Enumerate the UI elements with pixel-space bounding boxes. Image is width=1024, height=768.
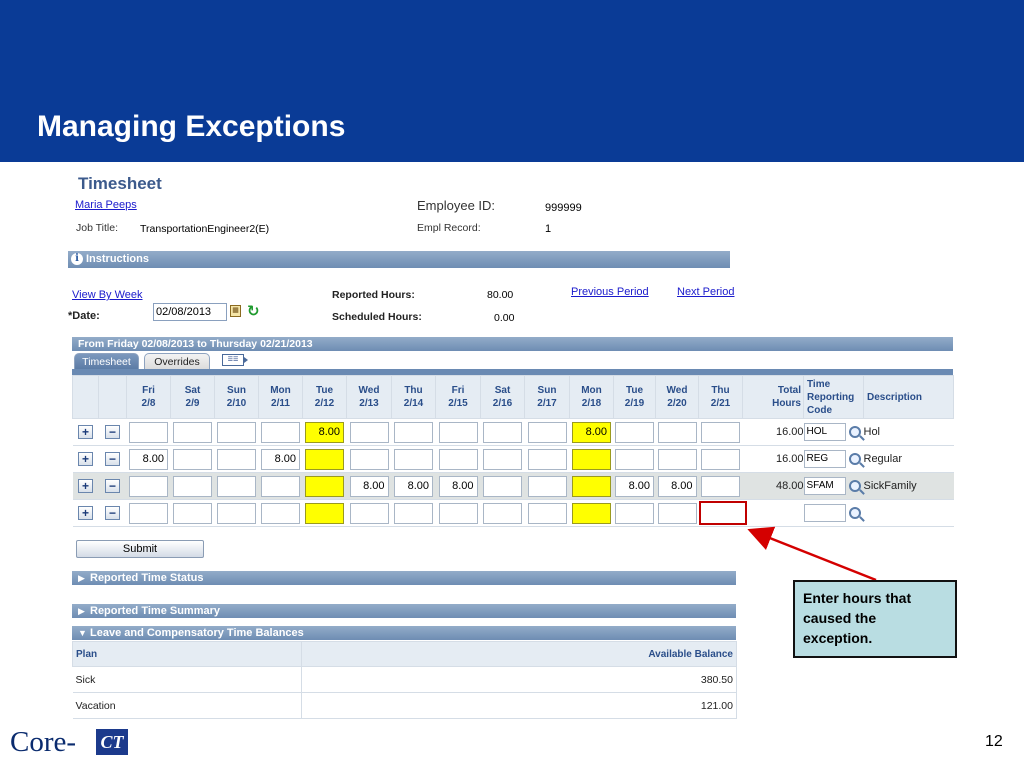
page-number: 12 <box>985 733 1003 750</box>
callout-box: Enter hours that caused the exception. <box>793 580 957 658</box>
logo-ct-mark: CT <box>96 729 128 755</box>
logo-text: Core- <box>10 726 77 758</box>
